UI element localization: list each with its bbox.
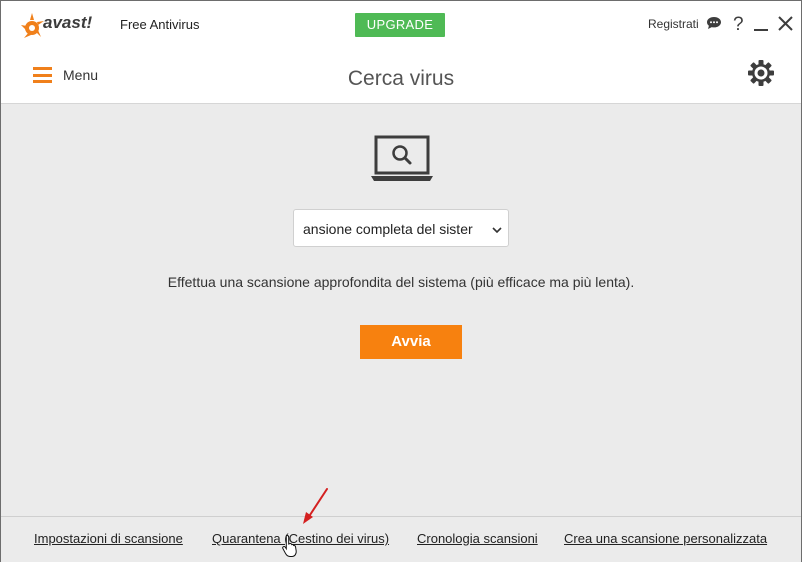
laptop-search-icon bbox=[371, 135, 433, 181]
page-header: Menu Cerca virus bbox=[1, 47, 801, 104]
help-glyph: ? bbox=[733, 14, 744, 33]
scan-description: Effettua una scansione approfondita del … bbox=[167, 274, 635, 290]
hand-cursor bbox=[282, 534, 297, 557]
upgrade-button[interactable]: UPGRADE bbox=[355, 13, 445, 37]
scan-settings-link[interactable]: Impostazioni di scansione bbox=[34, 531, 183, 546]
custom-scan-link[interactable]: Crea una scansione personalizzata bbox=[564, 531, 767, 546]
page-title: Cerca virus bbox=[347, 67, 455, 90]
avast-window: avast! Free Antivirus UPGRADE Registrati… bbox=[0, 0, 802, 562]
gear-icon[interactable] bbox=[747, 59, 775, 87]
minimize-icon[interactable] bbox=[753, 13, 771, 33]
scan-type-value: ansione completa del sister bbox=[303, 221, 473, 237]
close-icon[interactable] bbox=[777, 13, 795, 33]
scan-type-dropdown[interactable]: ansione completa del sister bbox=[293, 209, 509, 247]
start-scan-button[interactable]: Avvia bbox=[360, 325, 462, 359]
chat-icon[interactable] bbox=[705, 13, 723, 33]
help-icon[interactable]: ? bbox=[730, 13, 748, 33]
scan-history-link[interactable]: Cronologia scansioni bbox=[417, 531, 538, 546]
brand-wordmark: avast! bbox=[43, 13, 92, 32]
red-arrow bbox=[303, 488, 328, 524]
title-bar: avast! Free Antivirus UPGRADE Registrati… bbox=[1, 1, 801, 47]
footer-links: Impostazioni di scansione Quarantena (Ce… bbox=[1, 516, 801, 562]
product-name: Free Antivirus bbox=[120, 17, 200, 32]
register-link[interactable]: Registrati bbox=[648, 17, 699, 31]
avast-logo: avast! bbox=[21, 13, 92, 38]
chevron-down-icon bbox=[492, 227, 502, 233]
